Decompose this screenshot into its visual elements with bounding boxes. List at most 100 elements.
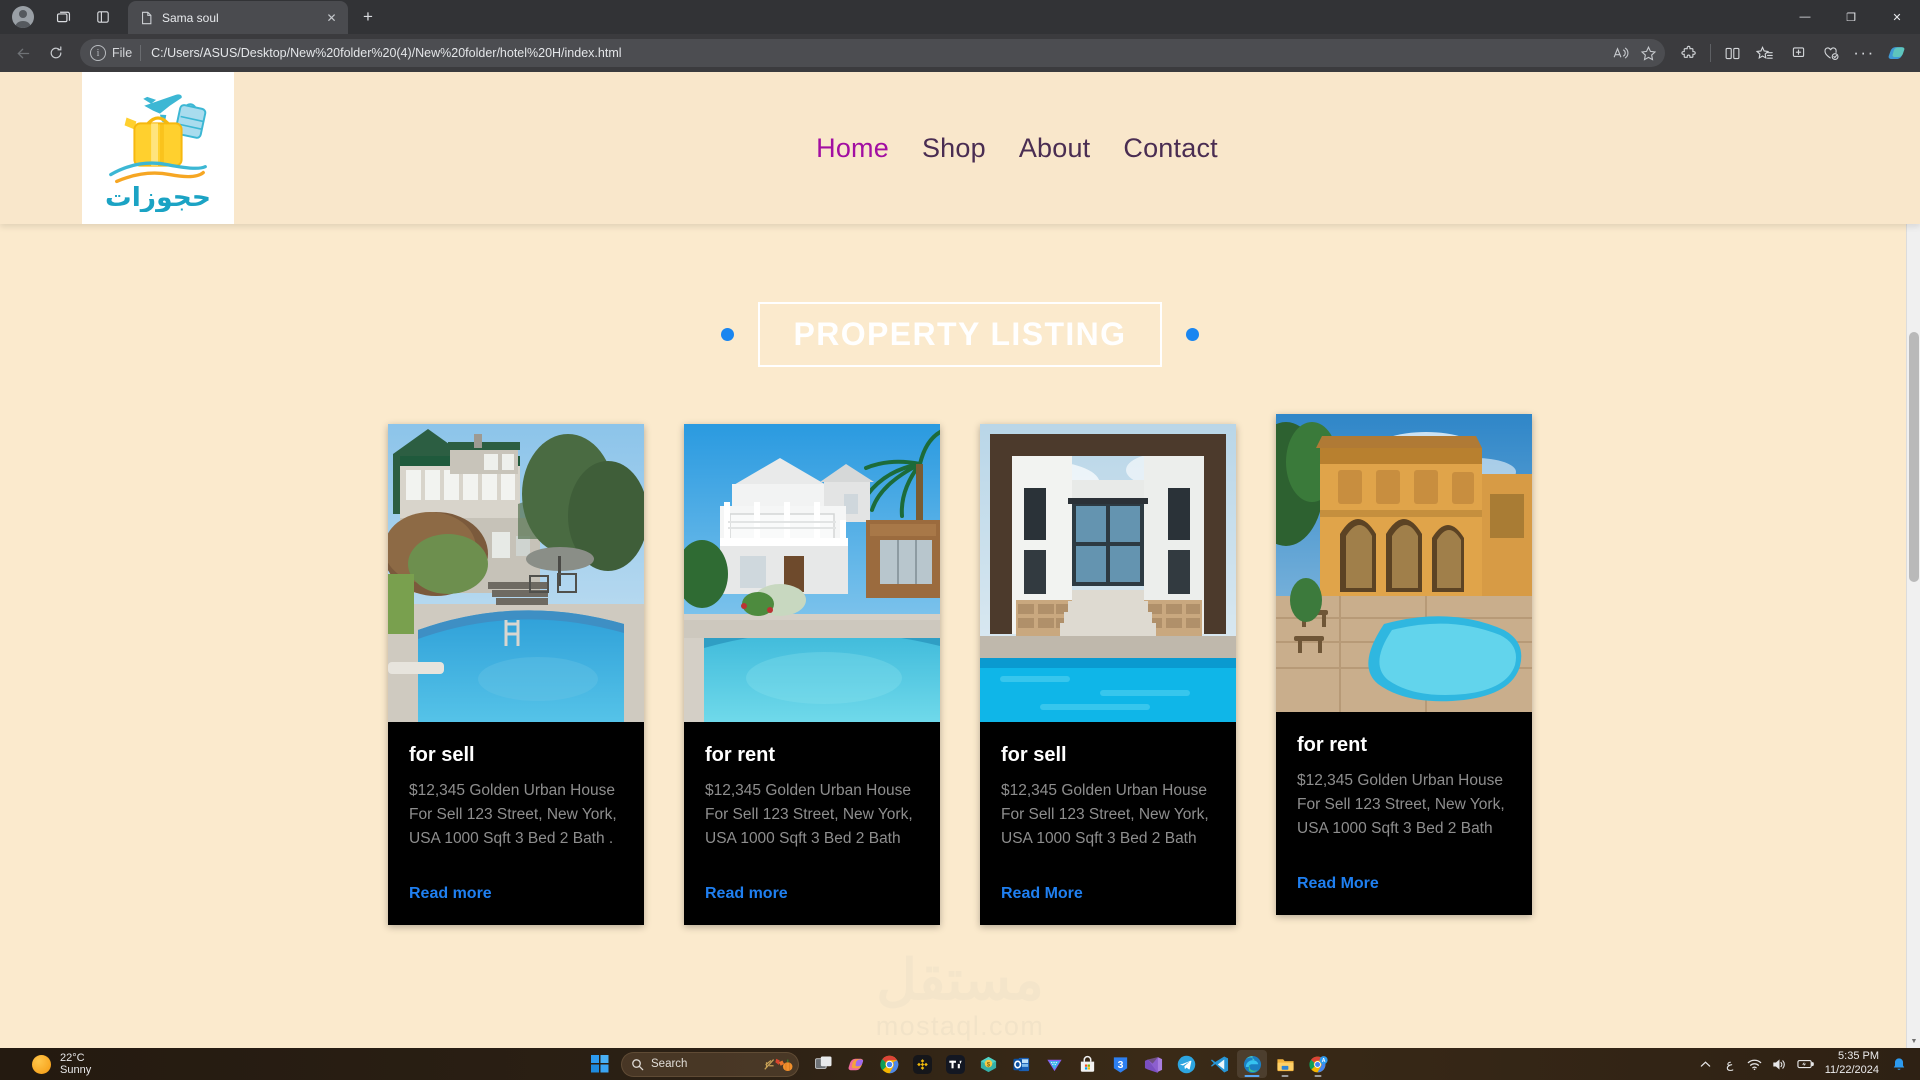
task-view-icon[interactable]: [808, 1050, 838, 1078]
property-card-list: for sell $12,345 Golden Urban House For …: [0, 414, 1920, 926]
telegram-icon[interactable]: [1171, 1050, 1201, 1078]
clock[interactable]: 5:35 PM 11/22/2024: [1820, 1050, 1886, 1078]
nav-link-about[interactable]: About: [1019, 133, 1091, 164]
property-card-body: for rent $12,345 Golden Urban House For …: [1276, 712, 1532, 915]
clock-time: 5:35 PM: [1838, 1050, 1879, 1063]
visual-studio-icon[interactable]: [1138, 1050, 1168, 1078]
weather-condition: Sunny: [60, 1064, 92, 1076]
bullet-dot-right-icon: [1186, 328, 1200, 341]
new-tab-button[interactable]: +: [354, 3, 382, 31]
chrome-shortcut-icon[interactable]: A: [1303, 1050, 1333, 1078]
property-status-badge: for sell: [409, 744, 475, 766]
maximize-button[interactable]: ❐: [1828, 0, 1874, 34]
property-image: [1276, 414, 1532, 712]
google-chrome-icon[interactable]: [874, 1050, 904, 1078]
browser-tab[interactable]: Sama soul ✕: [128, 1, 348, 34]
property-card[interactable]: for rent $12,345 Golden Urban House For …: [1276, 414, 1532, 916]
read-more-link[interactable]: Read More: [1297, 875, 1379, 893]
nav-link-contact[interactable]: Contact: [1123, 133, 1217, 164]
tradingview-icon[interactable]: [940, 1050, 970, 1078]
url-scheme-label: File: [112, 46, 133, 60]
read-more-link[interactable]: Read more: [409, 885, 492, 903]
split-screen-icon[interactable]: [1717, 38, 1747, 68]
bell-icon[interactable]: [1888, 1051, 1910, 1077]
url-bar[interactable]: i File C:/Users/ASUS/Desktop/New%20folde…: [80, 39, 1665, 67]
windows-taskbar: 22°C Sunny Search $ 3 A ع 5:35 PM 11/22/…: [0, 1048, 1920, 1080]
wifi-icon[interactable]: [1743, 1051, 1766, 1077]
property-card-body: for sell $12,345 Golden Urban House For …: [388, 722, 644, 925]
battery-charging-icon[interactable]: [1793, 1051, 1818, 1077]
nav-link-shop[interactable]: Shop: [922, 133, 986, 164]
svg-text:3: 3: [1117, 1059, 1123, 1070]
property-image: [980, 424, 1236, 722]
microsoft-store-icon[interactable]: [1072, 1050, 1102, 1078]
page-viewport: حجوزات Home Shop About Contact PROPERTY …: [0, 72, 1920, 1048]
tab-actions-icon[interactable]: [44, 2, 82, 32]
property-card[interactable]: for rent $12,345 Golden Urban House For …: [684, 424, 940, 926]
edge-active-indicator: [1244, 1074, 1260, 1077]
file-explorer-icon[interactable]: [1270, 1050, 1300, 1078]
tab-strip: Sama soul ✕ + — ❐ ✕: [0, 0, 1920, 34]
search-input[interactable]: Search: [621, 1051, 799, 1077]
toolbar-divider: [1710, 44, 1711, 62]
property-card-body: for rent $12,345 Golden Urban House For …: [684, 722, 940, 925]
property-card-body: for sell $12,345 Golden Urban House For …: [980, 722, 1236, 925]
back-arrow-icon[interactable]: [8, 38, 38, 68]
favorites-icon[interactable]: [1750, 38, 1780, 68]
section-title-box: PROPERTY LISTING: [757, 302, 1163, 367]
read-more-link[interactable]: Read More: [1001, 885, 1083, 903]
property-image: [388, 424, 644, 722]
url-text[interactable]: C:/Users/ASUS/Desktop/New%20folder%20(4)…: [141, 46, 1607, 60]
taskbar-center: Search $ 3 A: [587, 1050, 1333, 1078]
profile-avatar-button[interactable]: [4, 2, 42, 32]
read-more-link[interactable]: Read more: [705, 885, 788, 903]
extensions-icon[interactable]: [1674, 38, 1704, 68]
settings-more-icon[interactable]: ···: [1849, 38, 1879, 68]
section-heading: PROPERTY LISTING: [0, 302, 1920, 367]
volume-icon[interactable]: [1768, 1051, 1791, 1077]
outlook-icon[interactable]: [1006, 1050, 1036, 1078]
copilot-icon[interactable]: [1882, 38, 1912, 68]
property-description: $12,345 Golden Urban House For Sell 123 …: [409, 782, 617, 848]
collections-icon[interactable]: [1783, 38, 1813, 68]
svg-text:$: $: [986, 1061, 990, 1068]
vscode-icon[interactable]: [1204, 1050, 1234, 1078]
binance-icon[interactable]: [907, 1050, 937, 1078]
microsoft-copilot-icon[interactable]: [841, 1050, 871, 1078]
language-indicator[interactable]: ع: [1719, 1051, 1741, 1077]
property-description: $12,345 Golden Urban House For Sell 123 …: [705, 782, 913, 848]
chevron-up-icon[interactable]: [1695, 1051, 1717, 1077]
scrollbar-thumb[interactable]: [1909, 332, 1919, 582]
explorer-running-indicator: [1281, 1074, 1289, 1077]
weather-widget[interactable]: 22°C Sunny: [26, 1050, 97, 1079]
property-card[interactable]: for sell $12,345 Golden Urban House For …: [388, 424, 644, 926]
badge-3-app-icon[interactable]: 3: [1105, 1050, 1135, 1078]
window-close-button[interactable]: ✕: [1874, 0, 1920, 34]
logo-brand-text: حجوزات: [105, 182, 211, 212]
purple-triangle-app-icon[interactable]: [1039, 1050, 1069, 1078]
money-manager-icon[interactable]: $: [973, 1050, 1003, 1078]
weather-temperature: 22°C: [60, 1051, 85, 1064]
minimize-button[interactable]: —: [1782, 0, 1828, 34]
info-icon[interactable]: i: [90, 45, 106, 61]
read-aloud-icon[interactable]: [1607, 41, 1633, 65]
sun-icon: [32, 1054, 51, 1074]
property-description: $12,345 Golden Urban House For Sell 123 …: [1297, 772, 1505, 838]
vertical-tabs-icon[interactable]: [84, 2, 122, 32]
property-description: $12,345 Golden Urban House For Sell 123 …: [1001, 782, 1209, 848]
avatar: [12, 5, 34, 28]
property-status-badge: for rent: [1297, 734, 1367, 756]
nav-link-home[interactable]: Home: [816, 133, 889, 164]
scroll-down-arrow-icon[interactable]: ▼: [1907, 1034, 1920, 1048]
property-card[interactable]: for sell $12,345 Golden Urban House For …: [980, 424, 1236, 926]
page-icon: [139, 10, 154, 25]
weather-text: 22°C Sunny: [60, 1052, 91, 1077]
star-icon[interactable]: [1635, 41, 1661, 65]
windows-start-icon[interactable]: [587, 1051, 613, 1077]
close-icon[interactable]: ✕: [323, 9, 340, 26]
svg-text:A: A: [1321, 1057, 1325, 1063]
omnibox-actions: [1607, 41, 1661, 65]
refresh-icon[interactable]: [41, 38, 71, 68]
browser-essentials-icon[interactable]: [1816, 38, 1846, 68]
microsoft-edge-icon[interactable]: [1237, 1050, 1267, 1078]
